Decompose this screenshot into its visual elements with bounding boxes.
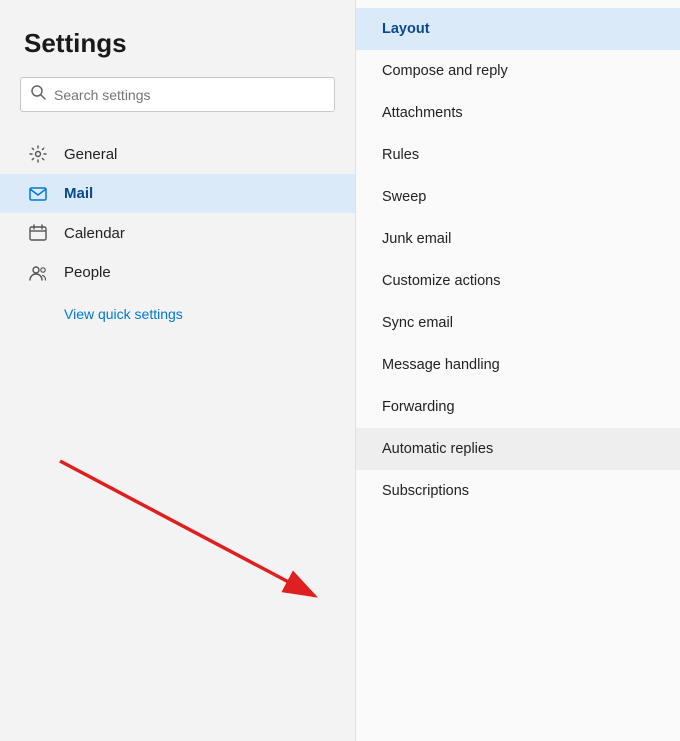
search-icon xyxy=(31,85,46,104)
right-item-subscriptions[interactable]: Subscriptions xyxy=(356,470,680,512)
nav-mail-label: Mail xyxy=(64,185,93,202)
search-input[interactable] xyxy=(54,87,324,103)
nav-mail[interactable]: Mail xyxy=(0,174,355,213)
nav-calendar[interactable]: Calendar xyxy=(0,213,355,253)
nav-general[interactable]: General xyxy=(0,134,355,174)
calendar-icon xyxy=(24,224,52,242)
mail-icon xyxy=(24,187,52,201)
nav-people[interactable]: People xyxy=(0,253,355,292)
right-item-junk-email[interactable]: Junk email xyxy=(356,218,680,260)
gear-icon xyxy=(24,145,52,163)
arrow-annotation xyxy=(30,441,340,621)
page-title: Settings xyxy=(0,28,355,77)
right-panel: Layout Compose and reply Attachments Rul… xyxy=(355,0,680,741)
right-item-forwarding[interactable]: Forwarding xyxy=(356,386,680,428)
right-item-sweep[interactable]: Sweep xyxy=(356,176,680,218)
nav-people-label: People xyxy=(64,264,111,281)
right-item-automatic-replies[interactable]: Automatic replies xyxy=(356,428,680,470)
search-box[interactable] xyxy=(20,77,335,112)
nav-calendar-label: Calendar xyxy=(64,225,125,242)
right-item-layout[interactable]: Layout xyxy=(356,8,680,50)
right-item-attachments[interactable]: Attachments xyxy=(356,92,680,134)
view-quick-settings-link[interactable]: View quick settings xyxy=(0,292,355,336)
right-item-sync-email[interactable]: Sync email xyxy=(356,302,680,344)
right-item-message-handling[interactable]: Message handling xyxy=(356,344,680,386)
nav-general-label: General xyxy=(64,146,117,163)
right-item-compose-reply[interactable]: Compose and reply xyxy=(356,50,680,92)
right-item-rules[interactable]: Rules xyxy=(356,134,680,176)
sidebar: Settings General xyxy=(0,0,355,741)
people-icon xyxy=(24,265,52,281)
search-box-wrapper xyxy=(0,77,355,134)
right-item-customize-actions[interactable]: Customize actions xyxy=(356,260,680,302)
